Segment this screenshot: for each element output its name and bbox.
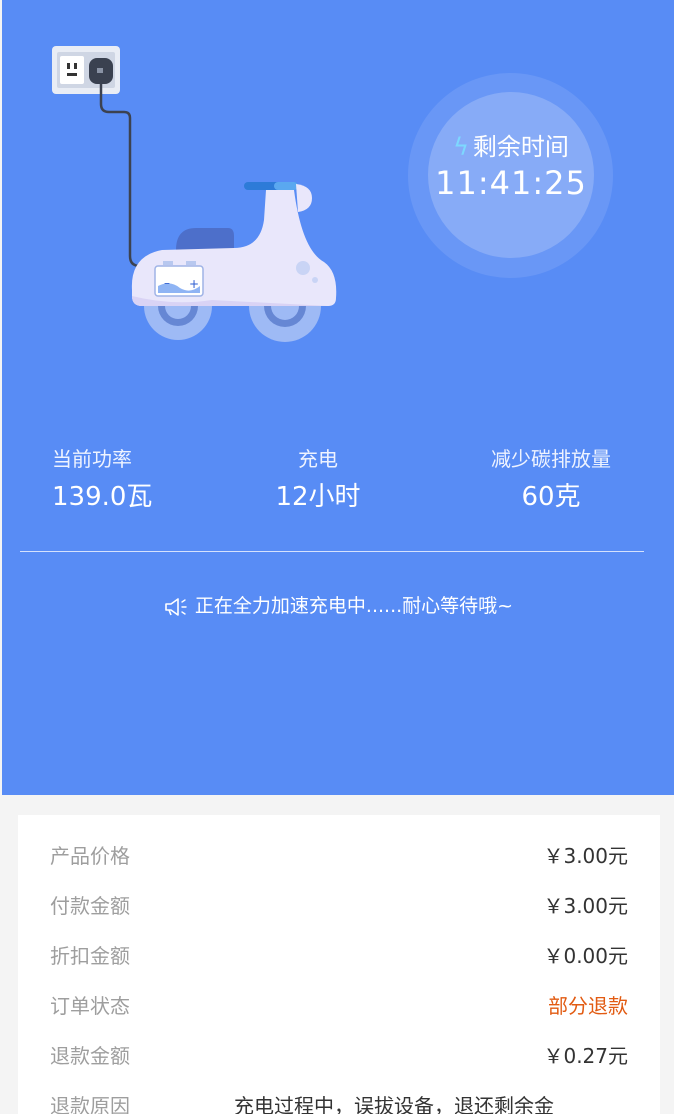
order-row: 退款金额 ￥0.27元 [18,1031,660,1081]
order-row-label: 退款金额 [50,1044,130,1068]
remaining-time-label: 剩余时间 [472,133,569,161]
order-row: 退款原因 充电过程中，误拔设备，退还剩余金 [18,1081,660,1114]
remaining-time-value: 11:41:25 [435,164,587,202]
order-row-value: ￥3.00元 [543,894,628,918]
order-row: 订单状态 部分退款 [18,981,660,1031]
charging-status-panel: – + ϟ 剩余时间 11:41:25 当前功率 139.0瓦 充电 12小时 减… [2,0,674,795]
refund-reason-value: 充电过程中，误拔设备，退还剩余金 [234,1094,554,1114]
lightning-icon: ϟ [453,133,469,161]
svg-text:–: – [164,276,170,290]
stat-carbon: 减少碳排放量 60克 [472,444,630,518]
order-row: 产品价格 ￥3.00元 [18,831,660,881]
order-row-label: 订单状态 [50,994,130,1018]
order-row-label: 付款金额 [50,894,130,918]
stat-power-label: 当前功率 [52,447,132,471]
order-row-value: ￥0.27元 [543,1044,628,1068]
stat-duration-label: 充电 [298,447,338,471]
order-status-badge: 部分退款 [548,994,628,1018]
stat-power: 当前功率 139.0瓦 [52,444,152,518]
stat-power-value: 139.0瓦 [52,482,153,512]
charging-notice-text: 正在全力加速充电中......耐心等待哦~ [194,595,514,617]
divider [20,551,644,552]
stat-duration-value: 12小时 [275,482,361,512]
order-row-value: ￥0.00元 [543,944,628,968]
svg-text:+: + [189,277,199,291]
stat-carbon-label: 减少碳排放量 [491,447,611,471]
megaphone-icon [165,597,187,616]
order-row-label: 折扣金额 [50,944,130,968]
order-row: 折扣金额 ￥0.00元 [18,931,660,981]
order-row: 付款金额 ￥3.00元 [18,881,660,931]
charging-notice: 正在全力加速充电中......耐心等待哦~ [2,590,674,622]
order-details-card: 产品价格 ￥3.00元 付款金额 ￥3.00元 折扣金额 ￥0.00元 订单状态… [18,815,660,1114]
stat-duration: 充电 12小时 [238,444,398,518]
remaining-time-title: ϟ 剩余时间 [428,132,594,162]
stat-carbon-value: 60克 [521,482,581,512]
order-row-label: 退款原因 [50,1094,130,1114]
remaining-time-circle: ϟ 剩余时间 11:41:25 [428,92,594,258]
order-row-label: 产品价格 [50,844,130,868]
order-row-value: ￥3.00元 [543,844,628,868]
